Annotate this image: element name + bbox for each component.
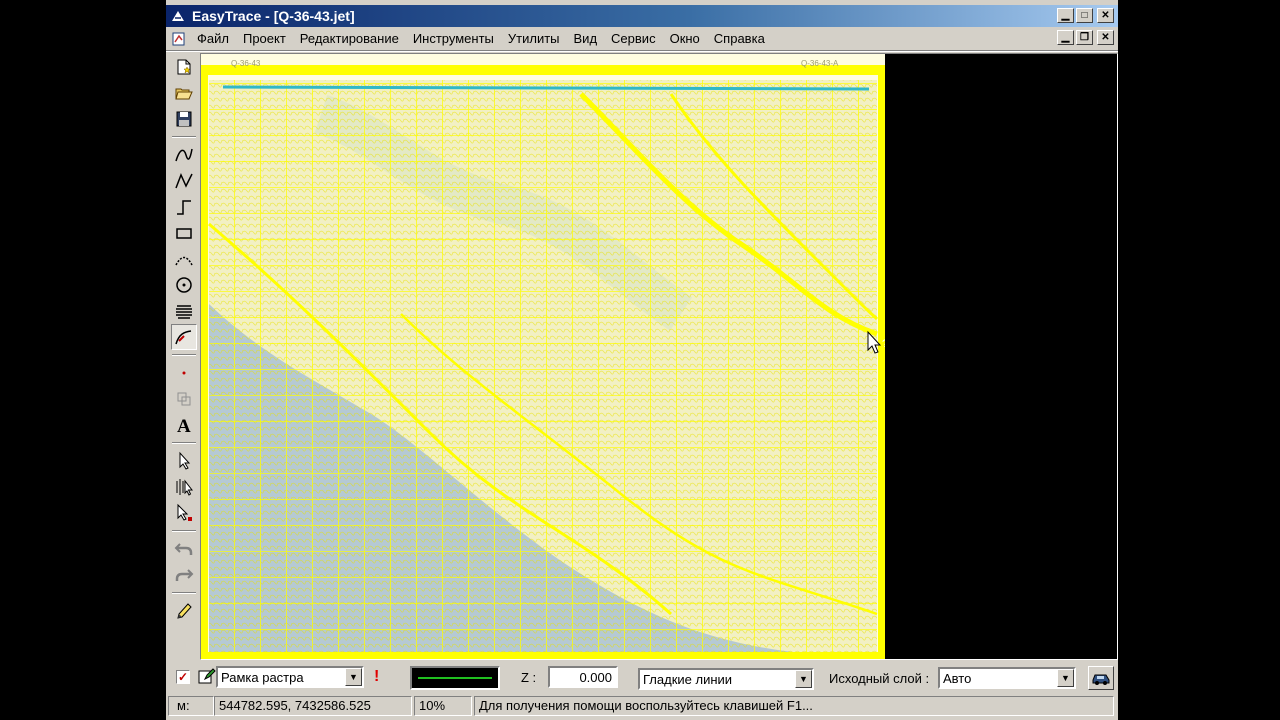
undo-icon[interactable] <box>171 536 197 562</box>
pencil-icon[interactable] <box>171 598 197 624</box>
map-header-left: Q-36-43 <box>231 59 261 68</box>
menu-service[interactable]: Сервис <box>604 29 663 48</box>
car-tool-button[interactable] <box>1088 666 1114 690</box>
coord-label-panel: м: <box>168 696 214 716</box>
minimize-button[interactable]: ▁ <box>1057 8 1074 23</box>
title-bar[interactable]: EasyTrace - [Q-36-43.jet] ▁ □ ✕ <box>166 5 1118 27</box>
menu-window[interactable]: Окно <box>663 29 707 48</box>
warning-icon: ! <box>374 668 380 685</box>
chevron-down-icon[interactable]: ▼ <box>795 670 812 688</box>
help-panel: Для получения помощи воспользуйтесь клав… <box>474 696 1114 716</box>
z-value-input[interactable]: 0.000 <box>548 666 618 688</box>
polyline-icon[interactable] <box>171 168 197 194</box>
app-logo-icon <box>170 9 186 23</box>
line-mode-select[interactable]: Гладкие линии ▼ <box>638 668 814 690</box>
toolbar-separator <box>172 592 196 594</box>
circle-icon[interactable] <box>171 272 197 298</box>
layer-select-value: Рамка растра <box>221 669 304 685</box>
svg-text:?: ? <box>882 338 885 350</box>
mdi-close-button[interactable]: ✕ <box>1097 30 1114 45</box>
help-text: Для получения помощи воспользуйтесь клав… <box>479 698 813 713</box>
document-icon[interactable] <box>170 31 188 47</box>
maximize-button[interactable]: □ <box>1076 8 1093 23</box>
properties-bar: ✓ Рамка растра ▼ ! Z : 0.000 Гладкие лин… <box>166 662 1118 694</box>
trace-icon[interactable] <box>171 324 197 350</box>
menu-utilities[interactable]: Утилиты <box>501 29 567 48</box>
coordinates-panel: 544782.595, 7432586.525 <box>214 696 412 716</box>
drawing-toolbar: A <box>168 54 200 658</box>
toolbar-separator <box>172 136 196 138</box>
menu-separator <box>166 50 1118 52</box>
copy-objects-icon[interactable] <box>171 386 197 412</box>
menu-bar: Файл Проект Редактирование Инструменты У… <box>166 28 1118 49</box>
close-button[interactable]: ✕ <box>1097 8 1114 23</box>
toolbar-separator <box>172 530 196 532</box>
zoom-level: 10% <box>419 698 446 713</box>
layer-select[interactable]: Рамка растра ▼ <box>216 666 364 688</box>
status-bar: м: 544782.595, 7432586.525 10% Для получ… <box>166 695 1118 717</box>
zoom-panel: 10% <box>414 696 472 716</box>
select-arrow-icon[interactable] <box>171 448 197 474</box>
open-folder-icon[interactable] <box>171 80 197 106</box>
line-mode-value: Гладкие линии <box>643 671 733 687</box>
coordinates: 544782.595, 7432586.525 <box>219 698 371 713</box>
point-icon[interactable] <box>171 360 197 386</box>
chevron-down-icon[interactable]: ▼ <box>345 668 362 686</box>
map-header-right: Q-36-43-А <box>801 59 839 68</box>
source-layer-select[interactable]: Авто ▼ <box>938 667 1076 689</box>
new-file-icon[interactable] <box>171 54 197 80</box>
menu-project[interactable]: Проект <box>236 29 293 48</box>
step-line-icon[interactable] <box>171 194 197 220</box>
save-icon[interactable] <box>171 106 197 132</box>
chevron-down-icon[interactable]: ▼ <box>1057 669 1074 687</box>
toolbar-separator <box>172 354 196 356</box>
select-point-icon[interactable] <box>171 500 197 526</box>
text-icon[interactable]: A <box>171 412 197 438</box>
layer-edit-icon[interactable] <box>198 667 216 685</box>
line-style-preview[interactable] <box>410 666 500 690</box>
rectangle-icon[interactable] <box>171 220 197 246</box>
coord-label: м: <box>177 698 190 713</box>
menu-help[interactable]: Справка <box>707 29 772 48</box>
car-icon <box>1092 674 1110 685</box>
raster-map[interactable]: Q-36-43 Q-36-43-А ? <box>198 54 888 662</box>
toolbar-separator <box>172 442 196 444</box>
map-workspace[interactable]: Q-36-43 Q-36-43-А ? <box>198 53 1118 662</box>
source-layer-label: Исходный слой : <box>829 671 930 686</box>
menu-view[interactable]: Вид <box>567 29 605 48</box>
arc-icon[interactable] <box>171 246 197 272</box>
z-value: 0.000 <box>579 669 612 685</box>
svg-text:A: A <box>177 416 191 435</box>
app-window: EasyTrace - [Q-36-43.jet] ▁ □ ✕ Файл Про… <box>166 0 1118 720</box>
select-multiple-icon[interactable] <box>171 474 197 500</box>
source-layer-value: Авто <box>943 670 972 686</box>
curve-icon[interactable] <box>171 142 197 168</box>
hatch-icon[interactable] <box>171 298 197 324</box>
redo-icon[interactable] <box>171 562 197 588</box>
frame-top-line <box>222 85 870 91</box>
z-label: Z : <box>521 670 537 685</box>
map-canvas[interactable]: Q-36-43 Q-36-43-А ? <box>198 54 888 662</box>
layer-checkbox[interactable]: ✓ <box>176 670 190 684</box>
mdi-restore-button[interactable]: ❐ <box>1076 30 1093 45</box>
mdi-minimize-button[interactable]: ▁ <box>1057 30 1074 45</box>
menu-file[interactable]: Файл <box>190 29 236 48</box>
window-title: EasyTrace - [Q-36-43.jet] <box>192 8 355 24</box>
menu-edit[interactable]: Редактирование <box>293 29 406 48</box>
menu-tools[interactable]: Инструменты <box>406 29 501 48</box>
